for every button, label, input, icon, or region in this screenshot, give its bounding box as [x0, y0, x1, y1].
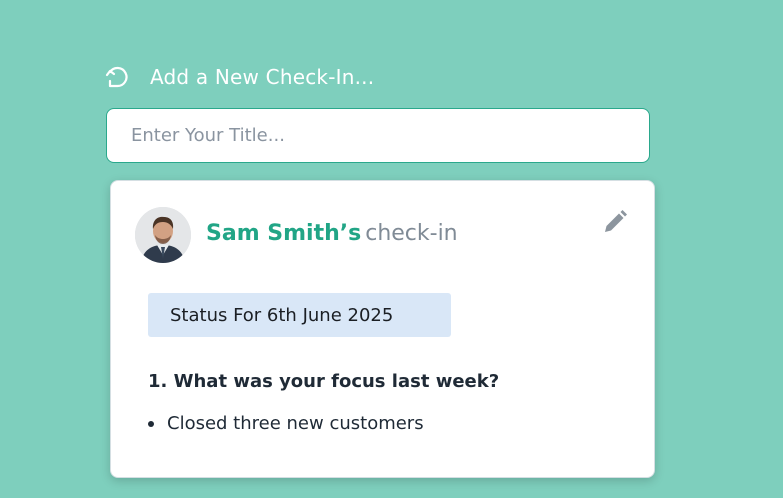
avatar: [135, 207, 191, 263]
add-checkin-header[interactable]: Add a New Check-In...: [104, 62, 374, 92]
title-input[interactable]: [106, 108, 650, 163]
checkin-label: check-in: [365, 221, 458, 246]
author-name: Sam Smith’s: [206, 221, 362, 246]
refresh-chat-icon: [104, 64, 130, 90]
edit-button[interactable]: [600, 207, 630, 237]
answer-text: Closed three new customers: [167, 413, 424, 434]
list-item: Closed three new customers: [148, 413, 424, 434]
bullet-icon: [148, 420, 154, 427]
checkin-question: 1. What was your focus last week?: [148, 371, 500, 392]
checkin-heading: Sam Smith’s check-in: [206, 221, 458, 246]
checkin-card: Sam Smith’s check-in Status For 6th June…: [110, 180, 655, 478]
add-checkin-title: Add a New Check-In...: [150, 65, 375, 89]
status-badge: Status For 6th June 2025: [148, 293, 451, 337]
pencil-icon: [600, 210, 630, 241]
